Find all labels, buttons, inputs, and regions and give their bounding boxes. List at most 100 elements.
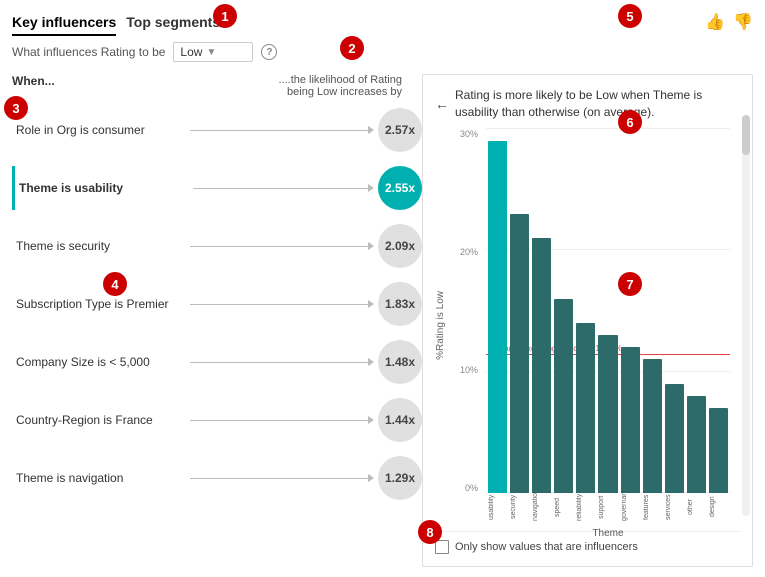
bar-support[interactable]	[598, 335, 617, 493]
bar-wrapper-2	[532, 129, 551, 493]
bar-usability[interactable]	[488, 141, 507, 493]
x-label-support: support	[598, 493, 617, 521]
y-axis-label: %Rating is Low	[435, 291, 446, 360]
influencer-badge-5: 1.44x	[378, 398, 422, 442]
influencer-badge-1: 2.55x	[378, 166, 422, 210]
right-panel: ← Rating is more likely to be Low when T…	[422, 74, 753, 567]
bar-wrapper-4	[576, 129, 595, 493]
influencer-list: Role in Org is consumer 2.57x Theme is usa…	[12, 108, 422, 500]
panel-title: Rating is more likely to be Low when The…	[455, 87, 740, 121]
bar-wrapper-3	[554, 129, 573, 493]
dropdown-value: Low	[180, 45, 202, 59]
main-content: When... ....the likelihood of Rating bei…	[12, 74, 753, 567]
rating-dropdown[interactable]: Low ▼	[173, 42, 253, 62]
back-arrow-icon[interactable]: ←	[435, 96, 449, 112]
influencers-checkbox[interactable]	[435, 540, 449, 554]
col-likelihood-label: ....the likelihood of Rating being Low i…	[262, 74, 402, 98]
bar-design[interactable]	[709, 408, 728, 493]
bar-features[interactable]	[643, 359, 662, 493]
influencer-row-2[interactable]: Theme is security 2.09x	[12, 224, 422, 268]
callout-4: 4	[103, 272, 127, 296]
bar-wrapper-9	[687, 129, 706, 493]
callout-3: 3	[4, 96, 28, 120]
bar-wrapper-6	[621, 129, 640, 493]
callout-7: 7	[618, 272, 642, 296]
arrow-line-6	[190, 474, 374, 482]
x-label-security: security	[510, 493, 529, 521]
bar-wrapper-5	[598, 129, 617, 493]
influencer-row-4[interactable]: Company Size is < 5,000 1.48x	[12, 340, 422, 384]
influencer-label-3: Subscription Type is Premier	[16, 297, 186, 311]
bars-flex	[486, 129, 730, 493]
checkbox-label: Only show values that are influencers	[455, 541, 638, 553]
bar-other[interactable]	[687, 396, 706, 493]
influencer-row-6[interactable]: Theme is navigation 1.29x	[12, 456, 422, 500]
back-row: ← Rating is more likely to be Low when T…	[435, 87, 740, 121]
influencer-label-6: Theme is navigation	[16, 471, 186, 485]
bar-security[interactable]	[510, 214, 529, 493]
help-icon[interactable]: ?	[261, 44, 277, 60]
arrow-line-4	[190, 358, 374, 366]
influencer-label-5: Country-Region is France	[16, 413, 186, 427]
bar-governance[interactable]	[621, 347, 640, 493]
x-axis-title: Theme	[486, 528, 730, 539]
thumbs-down-button[interactable]: 👎	[733, 12, 753, 32]
bar-speed[interactable]	[554, 299, 573, 493]
header-icons: 👍 👎	[705, 12, 753, 32]
subtitle-prefix: What influences Rating to be	[12, 45, 165, 59]
bar-wrapper-10	[709, 129, 728, 493]
callout-1: 1	[213, 4, 237, 28]
left-panel: When... ....the likelihood of Rating bei…	[12, 74, 422, 567]
influencer-row-0[interactable]: Role in Org is consumer 2.57x	[12, 108, 422, 152]
tab-bar: Key influencers Top segments	[12, 10, 230, 34]
bar-navigation[interactable]	[532, 238, 551, 493]
bar-reliability[interactable]	[576, 323, 595, 493]
x-label-other: other	[687, 493, 706, 521]
arrow-line-5	[190, 416, 374, 424]
chart-container: 30% 20% 10% 0% Average (excl	[450, 129, 740, 523]
y-tick-0: 0%	[465, 483, 478, 493]
bar-wrapper-0	[488, 129, 507, 493]
right-panel-scrollbar[interactable]	[742, 115, 750, 516]
x-label-usability: usability	[488, 493, 507, 521]
x-label-services: services	[665, 493, 684, 521]
influencer-label-2: Theme is security	[16, 239, 186, 253]
x-label-governance: governance	[621, 493, 640, 521]
subtitle-row: What influences Rating to be Low ▼ ?	[12, 42, 753, 62]
influencer-badge-4: 1.48x	[378, 340, 422, 384]
arrow-line-0	[190, 126, 374, 134]
thumbs-up-button[interactable]: 👍	[705, 12, 725, 32]
tab-key-influencers[interactable]: Key influencers	[12, 10, 126, 34]
bars-area: Average (excluding selected): 11.35%	[486, 129, 730, 493]
influencer-row-1[interactable]: Theme is usability 2.55x	[12, 166, 422, 210]
influencer-label-1: Theme is usability	[19, 181, 189, 195]
x-label-features: features	[643, 493, 662, 521]
influencer-label-4: Company Size is < 5,000	[16, 355, 186, 369]
x-label-navigation: navigation	[532, 493, 551, 521]
influencer-badge-3: 1.83x	[378, 282, 422, 326]
influencer-row-3[interactable]: Subscription Type is Premier 1.83x	[12, 282, 422, 326]
dropdown-arrow-icon: ▼	[206, 47, 216, 58]
callout-2: 2	[340, 36, 364, 60]
bar-services[interactable]	[665, 384, 684, 493]
influencer-row-5[interactable]: Country-Region is France 1.44x	[12, 398, 422, 442]
callout-5: 5	[618, 4, 642, 28]
y-tick-20: 20%	[460, 247, 478, 257]
influencer-badge-6: 1.29x	[378, 456, 422, 500]
arrow-line-3	[190, 300, 374, 308]
x-label-speed: speed	[554, 493, 573, 521]
y-tick-30: 30%	[460, 129, 478, 139]
scrollbar-thumb[interactable]	[742, 115, 750, 155]
arrow-line-2	[190, 242, 374, 250]
influencer-label-0: Role in Org is consumer	[16, 123, 186, 137]
bar-wrapper-1	[510, 129, 529, 493]
callout-6: 6	[618, 110, 642, 134]
x-label-reliability: reliability	[576, 493, 595, 521]
column-headers: When... ....the likelihood of Rating bei…	[12, 74, 422, 98]
influencer-badge-2: 2.09x	[378, 224, 422, 268]
chart-area: %Rating is Low 30% 20% 10% 0%	[435, 129, 740, 523]
bar-wrapper-7	[643, 129, 662, 493]
influencer-badge-0: 2.57x	[378, 108, 422, 152]
x-label-design: design	[709, 493, 728, 521]
y-tick-10: 10%	[460, 365, 478, 375]
